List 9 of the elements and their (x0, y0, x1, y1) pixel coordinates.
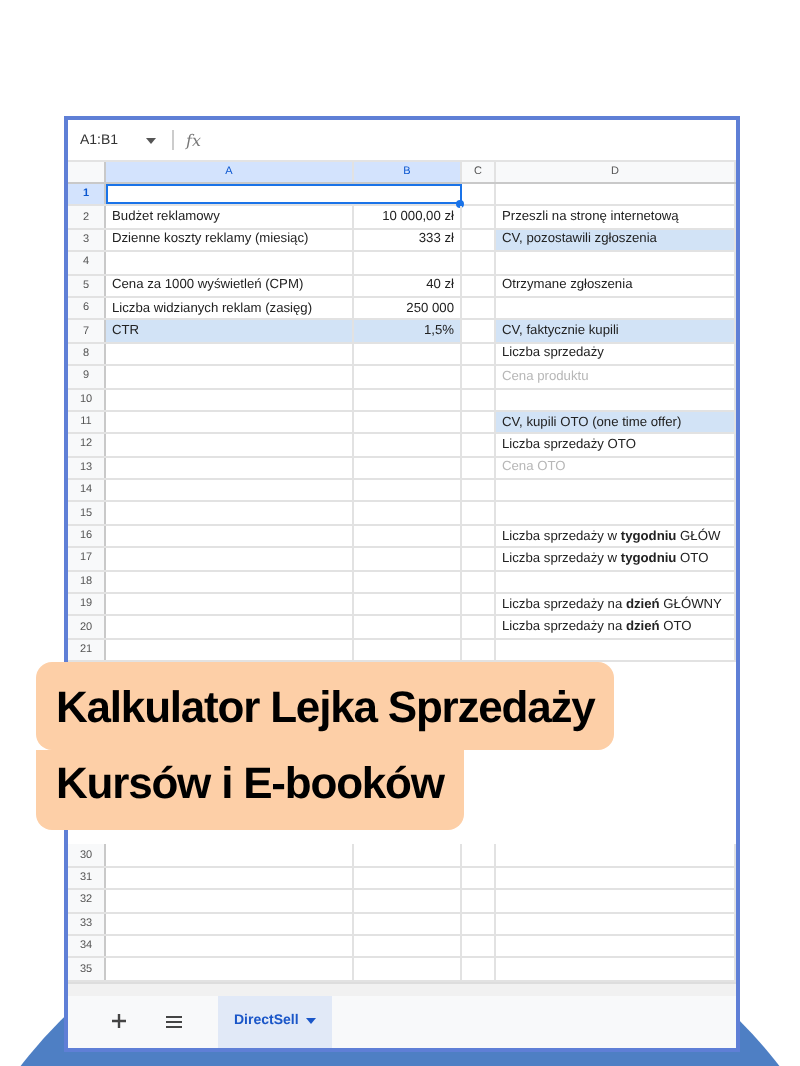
selected-range[interactable] (106, 184, 462, 205)
selection-handle[interactable] (456, 200, 464, 209)
banner-title: Kursów i E-booków (36, 750, 464, 831)
caret-icon[interactable] (306, 1018, 317, 1025)
formula-label: fx (186, 131, 201, 149)
menu-icon[interactable] (166, 1015, 182, 1028)
add-sheet-icon[interactable] (112, 1014, 126, 1029)
banner-title: Kalkulator Lejka Sprzedaży (36, 662, 615, 751)
caret-icon[interactable] (146, 137, 156, 143)
